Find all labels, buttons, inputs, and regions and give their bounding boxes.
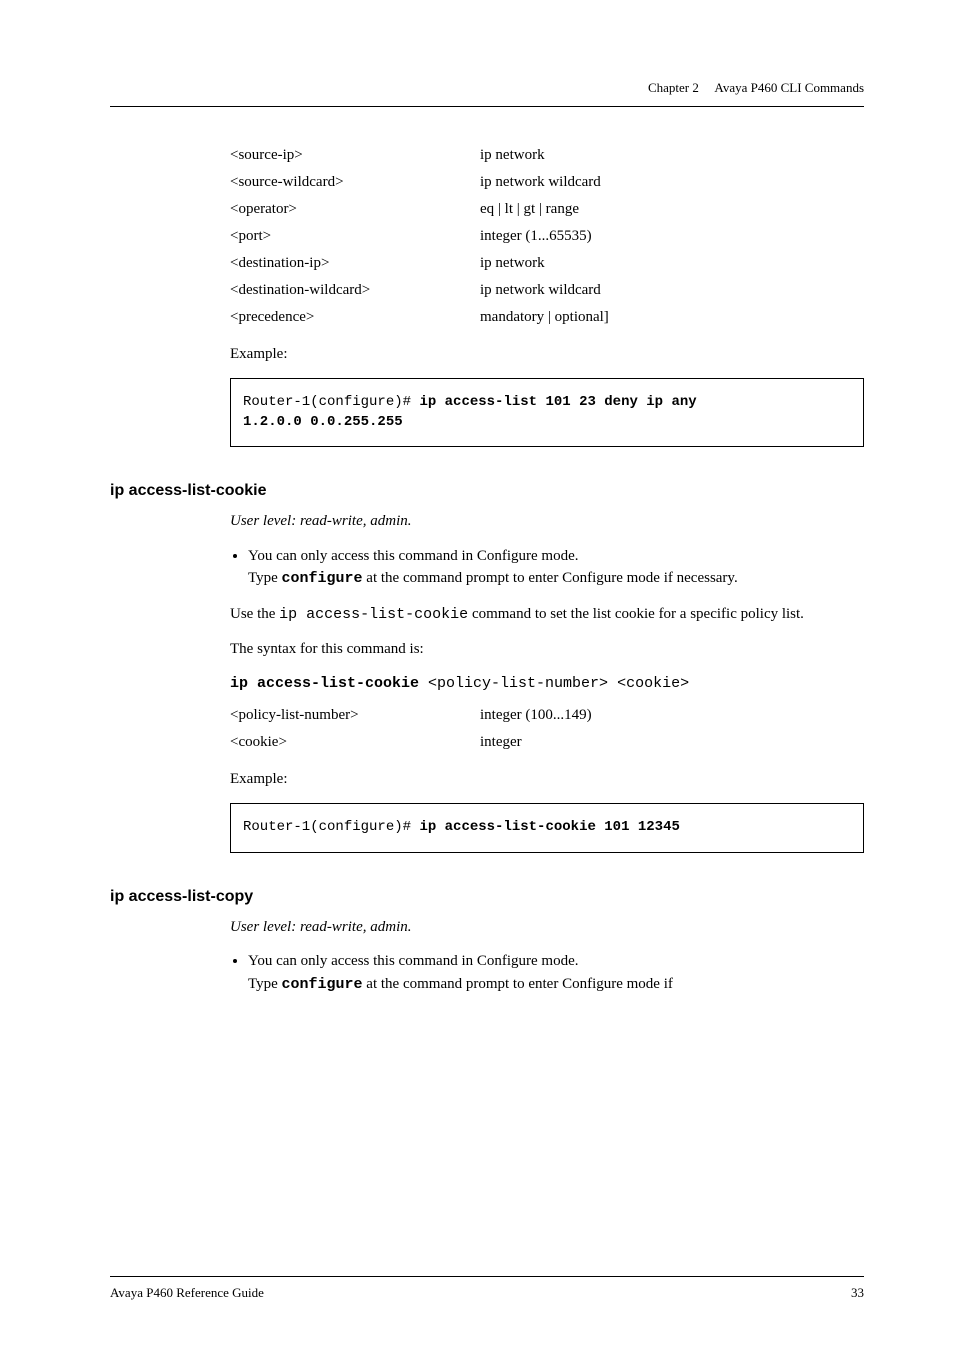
bullet-list-2: You can only access this command in Conf… <box>230 950 864 996</box>
table-row: <port> integer (1...65535) <box>230 228 864 245</box>
bullet-text: You can only access this command in Conf… <box>248 548 579 564</box>
desc-code: ip access-list-cookie <box>279 606 468 623</box>
code-bold: ip access-list 101 23 deny ip any <box>419 394 696 410</box>
table-row: <policy-list-number> integer (100...149) <box>230 707 864 724</box>
parameter-table-1: <source-ip> ip network <source-wildcard>… <box>230 147 864 326</box>
code-prefix: Router-1(configure)# <box>243 394 419 410</box>
param-desc: eq | lt | gt | range <box>480 201 864 218</box>
code-line2: 1.2.0.0 0.0.255.255 <box>243 414 403 430</box>
param-name: <destination-ip> <box>230 255 480 272</box>
bullet-post: at the command prompt to enter Configure… <box>363 976 673 992</box>
user-level-2: User level: read-write, admin. <box>230 916 864 939</box>
table-row: <source-wildcard> ip network wildcard <box>230 174 864 191</box>
chapter-title: Avaya P460 CLI Commands <box>714 80 864 95</box>
param-desc: integer (1...65535) <box>480 228 864 245</box>
param-name: <source-ip> <box>230 147 480 164</box>
section-heading-cookie: ip access-list-cookie <box>110 482 864 500</box>
bullet-list-1: You can only access this command in Conf… <box>230 545 864 591</box>
bullet-post: at the command prompt to enter Configure… <box>363 570 738 586</box>
param-desc: ip network <box>480 255 864 272</box>
bullet-type: Type <box>248 570 282 586</box>
bullet-cmd: configure <box>282 570 363 587</box>
syntax-bold: ip access-list-cookie <box>230 675 419 692</box>
desc-pre: Use the <box>230 606 279 622</box>
table-row: <precedence> mandatory | optional] <box>230 309 864 326</box>
header-divider <box>110 106 864 107</box>
syntax-rest: <policy-list-number> <cookie> <box>419 675 689 692</box>
list-item: You can only access this command in Conf… <box>248 950 864 996</box>
table-row: <source-ip> ip network <box>230 147 864 164</box>
code-example-1: Router-1(configure)# ip access-list 101 … <box>230 378 864 447</box>
description: Use the ip access-list-cookie command to… <box>230 603 864 627</box>
example-label: Example: <box>230 346 864 363</box>
syntax-line: ip access-list-cookie <policy-list-numbe… <box>230 673 864 696</box>
bullet-cmd: configure <box>282 976 363 993</box>
code-example-2: Router-1(configure)# ip access-list-cook… <box>230 803 864 853</box>
param-name: <destination-wildcard> <box>230 282 480 299</box>
footer-left: Avaya P460 Reference Guide <box>110 1285 264 1301</box>
desc-post: command to set the list cookie for a spe… <box>468 606 804 622</box>
param-desc: mandatory | optional] <box>480 309 864 326</box>
param-name: <policy-list-number> <box>230 707 480 724</box>
page-footer: Avaya P460 Reference Guide 33 <box>110 1276 864 1301</box>
parameter-table-2: <policy-list-number> integer (100...149)… <box>230 707 864 751</box>
code-prefix: Router-1(configure)# <box>243 819 419 835</box>
table-row: <destination-ip> ip network <box>230 255 864 272</box>
param-desc: ip network wildcard <box>480 282 864 299</box>
param-desc: integer <box>480 734 864 751</box>
list-item: You can only access this command in Conf… <box>248 545 864 591</box>
param-name: <cookie> <box>230 734 480 751</box>
section-heading-copy: ip access-list-copy <box>110 888 864 906</box>
table-row: <cookie> integer <box>230 734 864 751</box>
chapter-label: Chapter 2 <box>648 80 699 95</box>
param-desc: ip network wildcard <box>480 174 864 191</box>
param-name: <operator> <box>230 201 480 218</box>
param-name: <source-wildcard> <box>230 174 480 191</box>
param-name: <port> <box>230 228 480 245</box>
syntax-label: The syntax for this command is: <box>230 638 864 661</box>
param-desc: integer (100...149) <box>480 707 864 724</box>
bullet-text: You can only access this command in Conf… <box>248 953 579 969</box>
bullet-type: Type <box>248 976 282 992</box>
code-bold: ip access-list-cookie 101 12345 <box>419 819 679 835</box>
param-desc: ip network <box>480 147 864 164</box>
user-level: User level: read-write, admin. <box>230 510 864 533</box>
page-header: Chapter 2 Avaya P460 CLI Commands <box>110 80 864 96</box>
param-name: <precedence> <box>230 309 480 326</box>
footer-page-number: 33 <box>851 1285 864 1301</box>
table-row: <operator> eq | lt | gt | range <box>230 201 864 218</box>
example-label-2: Example: <box>230 771 864 788</box>
table-row: <destination-wildcard> ip network wildca… <box>230 282 864 299</box>
